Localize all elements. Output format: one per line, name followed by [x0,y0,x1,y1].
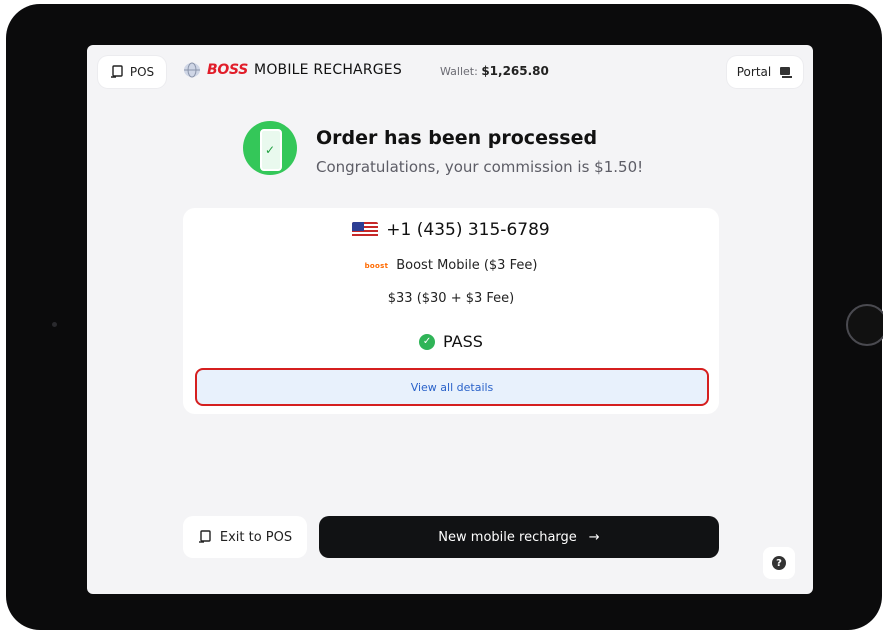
portal-icon [780,67,793,78]
check-mark: ✓ [265,143,276,157]
phone-row: +1 (435) 315-6789 [183,220,719,240]
wallet: Wallet: $1,265.80 [440,64,549,78]
exit-label: Exit to POS [219,529,293,545]
portal-button[interactable]: Portal [727,56,803,88]
phone-success-icon: ✓ [243,121,297,175]
help-icon: ? [772,556,786,570]
new-recharge-label: New mobile recharge [438,529,577,545]
status-text: PASS [443,332,483,351]
portal-label: Portal [736,65,772,79]
exit-to-pos-button[interactable]: Exit to POS [183,516,307,558]
brand: BOSS MOBILE RECHARGES [183,62,402,78]
help-button[interactable]: ? [763,547,795,579]
pos-icon [198,530,211,543]
arrow-right-icon: → [588,529,600,545]
amount: $33 ($30 + $3 Fee) [387,291,515,306]
pos-button[interactable]: POS [98,56,166,88]
view-all-details-button[interactable]: View all details [195,368,709,406]
status-row: ✓ PASS [183,332,719,351]
order-subtitle: Congratulations, your commission is $1.5… [316,158,644,176]
camera [52,322,57,327]
wallet-value: $1,265.80 [481,64,549,78]
flag-us-icon [352,222,379,238]
phone-number: +1 (435) 315-6789 [386,220,550,240]
boost-logo: boost [364,261,389,270]
pos-icon [110,65,123,78]
brand-title: MOBILE RECHARGES [254,62,402,78]
new-mobile-recharge-button[interactable]: New mobile recharge → [319,516,719,558]
wallet-label: Wallet: [440,65,478,78]
app-screen: POS BOSS MOBILE RECHARGES Wallet: $1,265… [87,45,813,594]
order-title: Order has been processed [316,127,598,149]
home-button[interactable] [846,304,883,346]
order-summary-card: +1 (435) 315-6789 boost Boost Mobile ($3… [183,208,719,414]
check-circle-icon: ✓ [419,333,436,350]
carrier-name: Boost Mobile ($3 Fee) [396,258,538,273]
boss-logo: BOSS [207,62,249,78]
carrier-row: boost Boost Mobile ($3 Fee) [183,258,719,273]
globe-logo-icon [184,62,200,78]
pos-label: POS [129,65,155,79]
